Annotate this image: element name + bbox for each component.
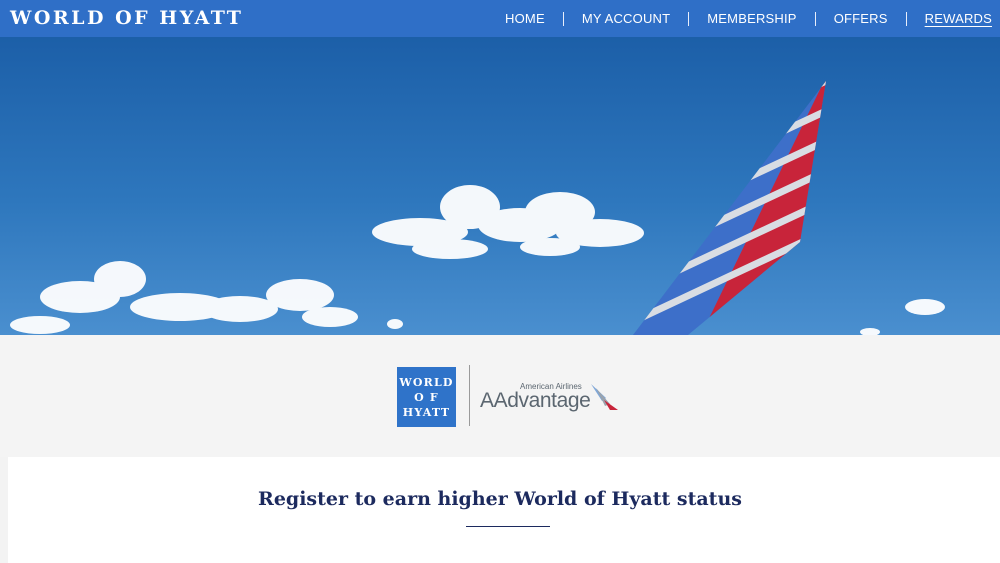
world-of-hyatt-badge-logo: WORLD O F HYATT: [397, 367, 456, 427]
hero-banner: [0, 37, 1000, 335]
hero-sky-tail-image: [0, 37, 1000, 335]
nav-membership[interactable]: MEMBERSHIP: [688, 11, 814, 26]
top-navigation-bar: WORLD OF HYATT HOME MY ACCOUNT MEMBERSHI…: [0, 0, 1000, 37]
page-title: Register to earn higher World of Hyatt s…: [258, 488, 742, 510]
nav-home[interactable]: HOME: [487, 11, 563, 26]
nav-rewards[interactable]: REWARDS: [905, 11, 992, 26]
aadvantage-logo-text: AAdvantage: [480, 389, 591, 412]
aa-flight-symbol-icon: [591, 384, 618, 410]
register-section: Register to earn higher World of Hyatt s…: [8, 457, 1000, 563]
title-underline: [466, 526, 550, 527]
world-of-hyatt-logo[interactable]: WORLD OF HYATT: [10, 0, 243, 37]
main-nav: HOME MY ACCOUNT MEMBERSHIP OFFERS REWARD…: [487, 0, 992, 37]
logo-divider: [469, 365, 470, 426]
nav-offers[interactable]: OFFERS: [814, 11, 906, 26]
partner-logos-band: WORLD O F HYATT American Airlines AAdvan…: [0, 335, 1000, 457]
nav-my-account[interactable]: MY ACCOUNT: [562, 11, 688, 26]
